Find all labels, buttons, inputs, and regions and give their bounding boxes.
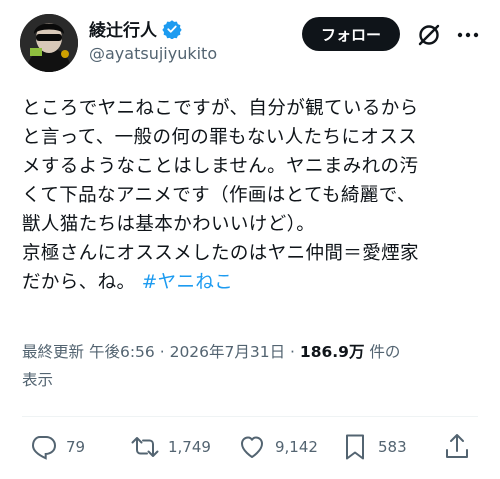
tweet-header: 綾辻行人 @ayatsujiyukito フォロー: [0, 0, 500, 80]
verified-badge-icon: [162, 19, 182, 39]
tweet-line: ところでヤニねこですが、自分が観ているから: [22, 98, 419, 119]
meta-separator: ·: [290, 343, 295, 361]
tweet-last-line: だから、ね。 #ヤニねこ: [22, 268, 484, 297]
tweet-line: だから、ね。: [22, 272, 136, 293]
like-count: 9,142: [275, 438, 318, 456]
bookmark-count: 583: [378, 438, 407, 456]
hashtag-link[interactable]: #ヤニねこ: [142, 272, 234, 293]
action-bar: 79 1,749 9,142 583: [0, 430, 500, 470]
bookmark-icon: [346, 434, 364, 460]
tweet-line: くて下品なアニメです（作画はとても綺麗で、: [22, 185, 416, 206]
share-button[interactable]: [442, 432, 472, 462]
repost-icon: [131, 437, 159, 457]
author-name-row[interactable]: 綾辻行人: [89, 16, 182, 41]
author-handle[interactable]: @ayatsujiyukito: [89, 44, 217, 63]
tweet-meta: 最終更新 午後6:56 · 2026年7月31日 · 186.9万 件の 表示: [22, 338, 482, 394]
avatar-image: [20, 14, 78, 72]
views-label: 件の: [369, 343, 401, 361]
tweet-date[interactable]: 2026年7月31日: [170, 343, 286, 361]
repost-button[interactable]: 1,749: [130, 432, 211, 462]
tweet-line: 獣人猫たちは基本かわいいけど）。: [22, 214, 316, 235]
more-options-icon[interactable]: [455, 22, 481, 48]
tweet-text: ところでヤニねこですが、自分が観ているから と言って、一般の何の罪もない人たちに…: [22, 94, 484, 297]
divider: [22, 416, 478, 417]
views-label-cont: 表示: [22, 371, 54, 389]
views-count: 186.9万: [299, 343, 365, 361]
bookmark-button[interactable]: 583: [340, 432, 407, 462]
edited-label[interactable]: 最終更新: [22, 343, 84, 361]
heart-icon: [241, 436, 263, 458]
follow-button[interactable]: フォロー: [302, 17, 400, 51]
reply-count: 79: [66, 438, 86, 456]
reply-button[interactable]: 79: [28, 432, 85, 462]
tweet-line: 京極さんにオススメしたのはヤニ仲間＝愛煙家: [22, 243, 419, 264]
author-display-name[interactable]: 綾辻行人: [89, 16, 157, 41]
tweet-time[interactable]: 午後6:56: [89, 343, 155, 361]
like-button[interactable]: 9,142: [237, 432, 318, 462]
repost-count: 1,749: [168, 438, 211, 456]
share-icon: [446, 434, 468, 458]
meta-separator: ·: [159, 343, 165, 361]
tweet-line: と言って、一般の何の罪もない人たちにオスス: [22, 127, 418, 148]
avatar[interactable]: [20, 14, 78, 72]
reply-icon: [31, 436, 57, 460]
tweet-line: メするようなことはしません。ヤニまみれの汚: [22, 156, 419, 177]
grok-icon[interactable]: [416, 22, 442, 48]
